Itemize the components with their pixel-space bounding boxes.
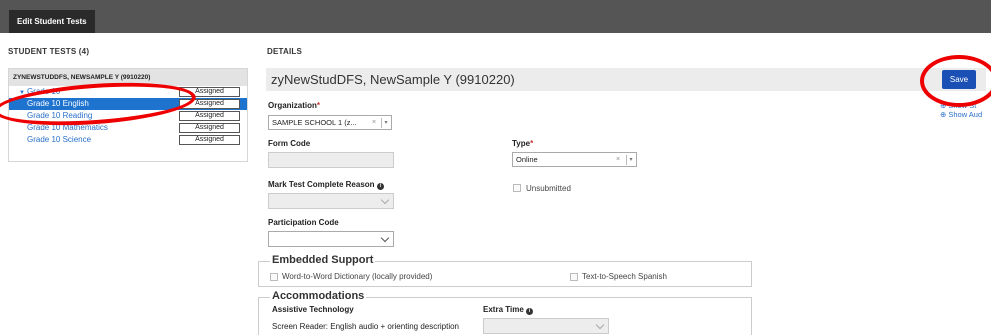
participation-code-select[interactable] — [268, 231, 394, 247]
test-row-grade-10-science[interactable]: Grade 10 Science Assigned — [9, 134, 247, 146]
chevron-down-icon — [380, 195, 390, 205]
organization-select[interactable]: SAMPLE SCHOOL 1 (z... × ▾ — [268, 115, 392, 130]
required-asterisk: * — [316, 101, 321, 110]
chevron-down-icon — [380, 233, 390, 243]
type-label: Type* — [512, 139, 534, 148]
dropdown-arrow-icon[interactable]: ▾ — [381, 118, 390, 128]
dictionary-checkbox[interactable] — [270, 273, 278, 281]
assistive-technology-value: Screen Reader: English audio + orienting… — [272, 322, 460, 331]
form-code-label: Form Code — [268, 139, 311, 148]
tts-spanish-label: Text-to-Speech Spanish — [582, 272, 667, 281]
clear-icon[interactable]: × — [616, 153, 620, 166]
accommodations-legend: Accommodations — [270, 290, 367, 302]
mark-complete-select — [268, 193, 394, 209]
dropdown-arrow-icon[interactable]: ▾ — [626, 155, 635, 165]
form-code-field — [268, 152, 394, 168]
details-title: DETAILS — [267, 47, 303, 56]
status-badge: Assigned — [179, 135, 240, 145]
assistive-technology-label: Assistive Technology — [272, 305, 354, 314]
student-tests-title: STUDENT TESTS (4) — [8, 47, 90, 56]
participation-code-label: Participation Code — [268, 218, 339, 227]
student-name-heading: zyNewStudDFS, NewSample Y (9910220) — [266, 68, 986, 91]
status-badge: Assigned — [179, 123, 240, 133]
chevron-down-icon — [595, 320, 605, 330]
embedded-support-legend: Embedded Support — [270, 254, 376, 266]
unsubmitted-label: Unsubmitted — [526, 184, 571, 193]
info-icon[interactable]: i — [376, 183, 384, 190]
organization-label: Organization* — [268, 101, 321, 110]
test-label: Grade 10 Science — [27, 135, 92, 144]
type-select[interactable]: Online × ▾ — [512, 152, 637, 167]
dictionary-label: Word-to-Word Dictionary (locally provide… — [282, 272, 433, 281]
top-bar: Edit Student Tests — [0, 0, 991, 33]
info-icon[interactable]: i — [526, 308, 533, 315]
status-badge: Assigned — [179, 111, 240, 121]
tts-spanish-checkbox[interactable] — [570, 273, 578, 281]
tab-edit-student-tests[interactable]: Edit Student Tests — [9, 10, 95, 33]
required-asterisk: * — [530, 139, 534, 148]
annotation-circle-save — [920, 55, 991, 107]
clear-icon[interactable]: × — [372, 116, 376, 129]
mark-complete-label: Mark Test Complete Reason i — [268, 180, 384, 190]
extra-time-label: Extra Time i — [483, 305, 533, 315]
extra-time-select — [483, 318, 609, 334]
unsubmitted-checkbox[interactable] — [513, 184, 521, 192]
show-link-2[interactable]: ⊕ Show Aud — [940, 110, 982, 119]
